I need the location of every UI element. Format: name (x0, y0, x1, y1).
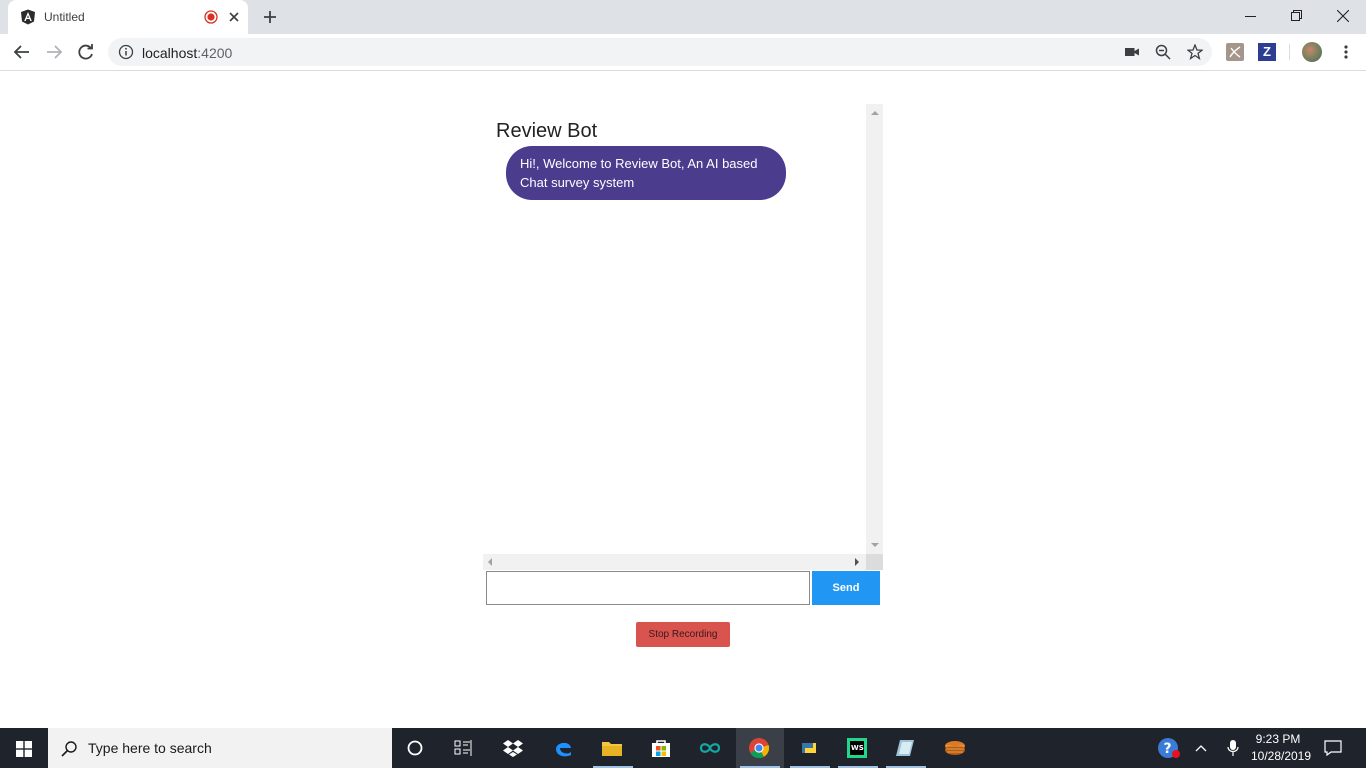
edge-app[interactable] (540, 728, 588, 768)
cortana-icon (407, 740, 423, 756)
scroll-up-icon[interactable] (871, 111, 879, 115)
scroll-right-icon[interactable] (855, 558, 859, 566)
notes-app[interactable] (882, 728, 930, 768)
message-input[interactable] (486, 571, 810, 605)
address-bar[interactable]: localhost:4200 (108, 38, 1212, 66)
horizontal-scrollbar[interactable] (483, 554, 866, 570)
windows-taskbar: Type here to search WS ? 9:23 PM 10/28/2… (0, 728, 1366, 768)
angular-icon (21, 9, 35, 25)
clock-date[interactable]: 10/28/2019 (1248, 749, 1314, 763)
camera-icon[interactable] (1124, 44, 1140, 60)
minimize-icon (1245, 16, 1256, 17)
cortana-button[interactable] (392, 728, 440, 768)
search-icon (61, 741, 77, 757)
scrollbar-corner (866, 554, 883, 570)
svg-text:?: ? (1164, 741, 1172, 757)
task-view-icon (454, 740, 472, 756)
windows-logo-icon (16, 741, 32, 757)
toolbar-divider (1289, 44, 1290, 60)
bookmark-star-icon[interactable] (1187, 44, 1203, 60)
pdf-extension-icon[interactable] (1226, 43, 1244, 61)
reload-icon[interactable] (76, 42, 96, 62)
help-alert-icon[interactable]: ? (1157, 737, 1181, 759)
arduino-icon (699, 743, 721, 753)
taskbar-search-placeholder: Type here to search (88, 740, 212, 756)
new-tab-icon[interactable] (260, 7, 280, 27)
scroll-left-icon[interactable] (488, 558, 492, 566)
browser-tab[interactable]: Untitled (8, 0, 248, 34)
arduino-app[interactable] (687, 728, 735, 768)
orange-app[interactable] (932, 728, 980, 768)
back-icon[interactable] (12, 42, 32, 62)
microphone-icon[interactable] (1226, 739, 1240, 757)
stack-app-icon (945, 741, 965, 755)
browser-toolbar: localhost:4200 Z (0, 34, 1366, 71)
zoom-icon[interactable] (1155, 44, 1171, 60)
recording-icon (204, 10, 218, 24)
start-button[interactable] (0, 728, 48, 768)
store-app[interactable] (638, 728, 686, 768)
dropbox-icon (503, 740, 523, 757)
webstorm-icon: WS (847, 738, 867, 758)
file-explorer-app[interactable] (589, 728, 637, 768)
folder-icon (602, 742, 622, 756)
page-title: Review Bot (496, 120, 598, 142)
scroll-down-icon[interactable] (871, 543, 879, 547)
restore-icon (1291, 10, 1302, 21)
task-view-button[interactable] (440, 728, 488, 768)
more-menu-icon[interactable] (1338, 44, 1354, 60)
dropbox-app[interactable] (490, 728, 538, 768)
send-button[interactable]: Send (812, 571, 880, 605)
store-icon (652, 740, 670, 757)
vertical-scrollbar[interactable] (866, 104, 883, 554)
restore-button[interactable] (1274, 0, 1320, 32)
notes-icon (896, 740, 914, 756)
action-center-icon[interactable] (1324, 740, 1342, 756)
profile-avatar[interactable] (1302, 42, 1322, 62)
stop-recording-button[interactable]: Stop Recording (636, 622, 730, 647)
zotero-extension-icon[interactable]: Z (1258, 43, 1276, 61)
python-icon (802, 743, 816, 753)
webstorm-app[interactable]: WS (834, 728, 882, 768)
python-app[interactable] (786, 728, 834, 768)
minimize-button[interactable] (1228, 0, 1274, 32)
close-tab-icon[interactable] (226, 9, 242, 25)
clock-time[interactable]: 9:23 PM (1248, 732, 1308, 746)
chat-panel[interactable]: Review Bot Hi!, Welcome to Review Bot, A… (483, 104, 883, 570)
svg-text:WS: WS (851, 744, 864, 752)
taskbar-search-box[interactable]: Type here to search (48, 728, 392, 768)
edge-icon (556, 742, 571, 757)
bot-message-bubble: Hi!, Welcome to Review Bot, An AI based … (506, 146, 786, 200)
show-hidden-icons-icon[interactable] (1194, 741, 1208, 755)
close-window-button[interactable] (1320, 0, 1366, 32)
tab-title: Untitled (44, 10, 85, 24)
forward-icon[interactable] (44, 42, 64, 62)
url-text: localhost:4200 (142, 45, 232, 61)
tab-strip: Untitled (0, 0, 1366, 34)
chrome-icon (749, 738, 770, 759)
close-icon (1337, 10, 1349, 22)
url-port: :4200 (197, 45, 233, 61)
url-host: localhost (142, 45, 198, 61)
chrome-app[interactable] (736, 728, 784, 768)
info-icon[interactable] (118, 44, 134, 60)
